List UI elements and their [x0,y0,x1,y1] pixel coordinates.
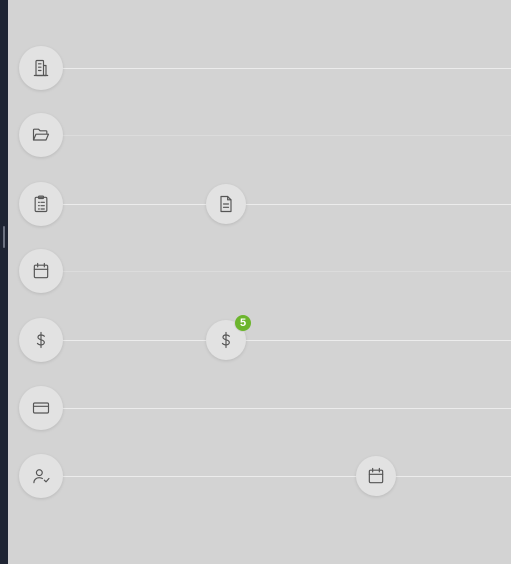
payments-button[interactable] [19,318,63,362]
credit-card-icon [32,402,50,414]
user-check-button[interactable] [19,454,63,498]
building-button[interactable] [19,46,63,90]
row-line-tasks [48,204,511,205]
timeline-node-calendar[interactable] [356,456,396,496]
dollar-icon [221,331,230,349]
timeline-canvas: 5 [8,0,511,564]
sidebar-edge [0,0,8,564]
document-icon [220,195,232,213]
calendar-icon [368,467,384,484]
row-line-buildings [48,68,511,69]
card-button[interactable] [19,386,63,430]
calendar-button[interactable] [19,249,63,293]
building-icon [33,59,49,77]
row-line-payments [48,340,511,341]
clipboard-list-icon [34,195,48,213]
notification-badge: 5 [234,314,252,332]
timeline-node-payment[interactable]: 5 [206,314,252,360]
dollar-icon [36,331,45,349]
row-line-calendar [48,271,511,272]
timeline-node-document[interactable] [206,184,246,224]
row-line-cards [48,408,511,409]
folder-button[interactable] [19,113,63,157]
clipboard-button[interactable] [19,182,63,226]
row-line-users [48,476,511,477]
row-line-projects [48,135,511,136]
folder-open-icon [32,128,50,141]
calendar-icon [33,262,49,279]
user-check-icon [33,469,50,484]
resize-handle[interactable] [3,226,5,248]
